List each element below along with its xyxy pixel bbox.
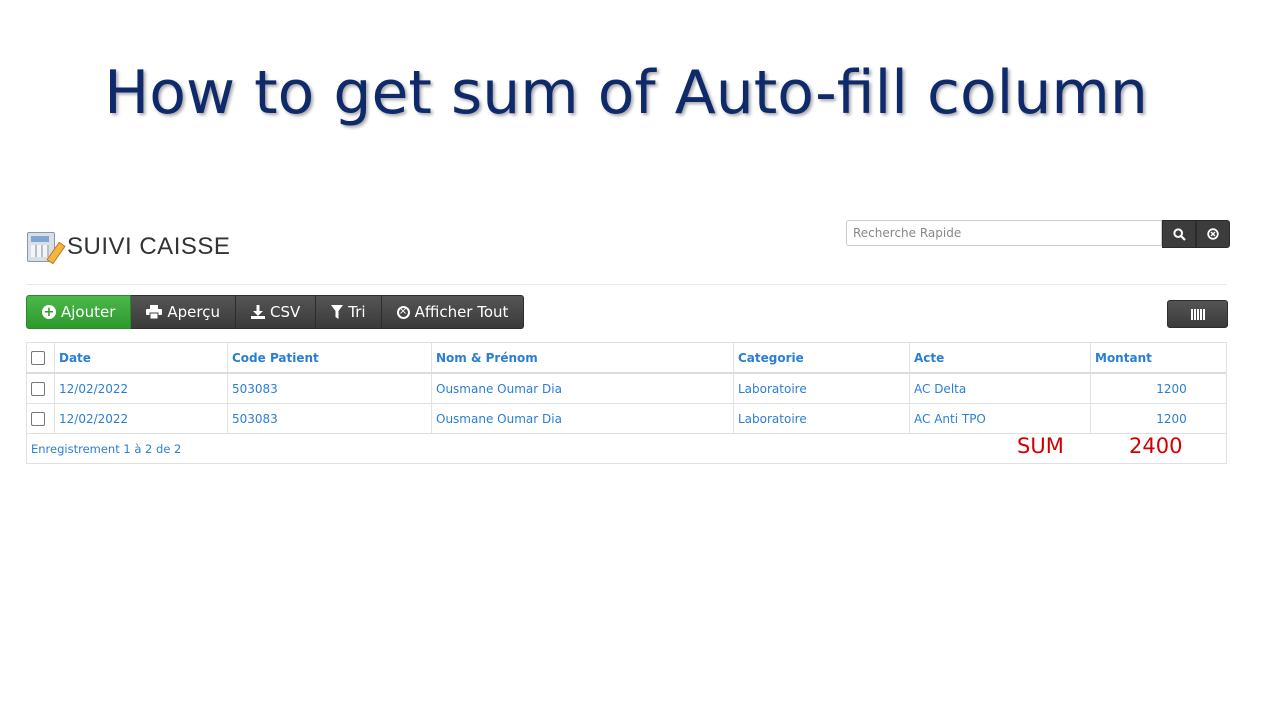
cell-category[interactable]: Laboratoire (733, 403, 910, 434)
calculator-icon (27, 232, 66, 265)
cell-name[interactable]: Ousmane Oumar Dia (431, 372, 734, 404)
csv-button-label: CSV (270, 303, 301, 321)
cell-act[interactable]: AC Anti TPO (909, 403, 1091, 434)
plus-circle-icon: + (42, 304, 56, 320)
search-button[interactable] (1162, 220, 1196, 248)
row-select-cell (26, 403, 55, 434)
column-header-amount[interactable]: Montant (1090, 342, 1227, 374)
header-divider (27, 284, 1226, 285)
cell-category[interactable]: Laboratoire (733, 372, 910, 404)
cell-act[interactable]: AC Delta (909, 372, 1091, 404)
column-header-name[interactable]: Nom & Prénom (431, 342, 734, 374)
search-input[interactable] (846, 220, 1162, 246)
slide-title: How to get sum of Auto-fill column (104, 58, 1148, 128)
row-checkbox[interactable] (31, 381, 45, 396)
csv-button[interactable]: CSV (236, 295, 317, 329)
row-checkbox[interactable] (31, 411, 45, 426)
cell-name[interactable]: Ousmane Oumar Dia (431, 403, 734, 434)
table-row: 12/02/2022 503083 Ousmane Oumar Dia Labo… (26, 403, 1227, 434)
show-all-button[interactable]: × Afficher Tout (381, 295, 525, 329)
select-all-checkbox[interactable] (31, 350, 45, 365)
print-icon (146, 305, 163, 319)
preview-button-label: Aperçu (167, 303, 220, 321)
sort-button-label: Tri (348, 303, 366, 321)
cell-date[interactable]: 12/02/2022 (54, 372, 228, 404)
clear-search-button[interactable] (1196, 220, 1230, 248)
column-header-date[interactable]: Date (54, 342, 228, 374)
column-header-code-patient[interactable]: Code Patient (227, 342, 432, 374)
close-circle-icon (1207, 228, 1219, 240)
add-button-label: Ajouter (61, 303, 116, 321)
cell-date[interactable]: 12/02/2022 (54, 403, 228, 434)
select-all-cell (26, 342, 55, 374)
cell-amount[interactable]: 1200 (1090, 372, 1227, 404)
search-icon (1172, 227, 1186, 241)
search-bar (846, 220, 1230, 248)
cell-amount[interactable]: 1200 (1090, 403, 1227, 434)
table-row: 12/02/2022 503083 Ousmane Oumar Dia Labo… (26, 372, 1227, 404)
show-all-button-label: Afficher Tout (414, 303, 509, 321)
column-header-category[interactable]: Categorie (733, 342, 910, 374)
sort-button[interactable]: Tri (316, 295, 382, 329)
columns-icon (1190, 308, 1205, 320)
preview-button[interactable]: Aperçu (131, 295, 236, 329)
page-header: SUIVI CAISSE (27, 232, 231, 265)
cell-code-patient[interactable]: 503083 (227, 403, 432, 434)
cell-code-patient[interactable]: 503083 (227, 372, 432, 404)
toolbar: + Ajouter Aperçu CSV Tri × Afficher Tout (26, 295, 525, 329)
row-select-cell (26, 372, 55, 404)
page-title: SUIVI CAISSE (67, 233, 231, 260)
column-header-act[interactable]: Acte (909, 342, 1091, 374)
filter-icon (331, 305, 344, 319)
columns-toggle-button[interactable] (1167, 300, 1228, 328)
add-button[interactable]: + Ajouter (26, 295, 132, 329)
sum-value: 2400 (1129, 434, 1183, 458)
table-header-row: Date Code Patient Nom & Prénom Categorie… (26, 342, 1227, 374)
close-circle-icon: × (396, 305, 410, 319)
download-icon (251, 305, 265, 319)
sum-label: SUM (1017, 434, 1064, 458)
